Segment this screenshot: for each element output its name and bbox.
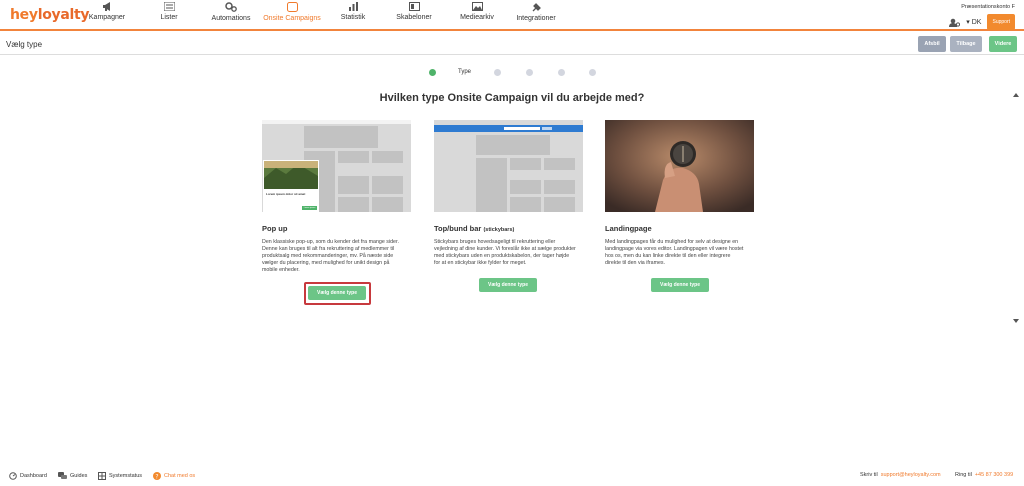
image-icon	[471, 2, 483, 11]
compass-photo	[605, 120, 754, 212]
card-description: Den klassiske pop-up, som du kender det …	[262, 239, 399, 273]
support-email-link[interactable]: support@heyloyalty.com	[881, 472, 941, 478]
scrollbar[interactable]	[1012, 90, 1020, 326]
card-description: Stickybars bruges hovedsageligt til rekr…	[434, 239, 576, 266]
footer-label: Dashboard	[20, 473, 47, 479]
card-title: Top/bund bar (stickybars)	[434, 224, 584, 233]
card-title-subtitle: (stickybars)	[483, 227, 515, 233]
nav-label: Automations	[211, 15, 251, 22]
card-title-text: Landingpage	[605, 224, 652, 233]
card-title-text: Pop up	[262, 224, 288, 233]
card-title-text: Top/bund bar	[434, 224, 482, 233]
nav-label: Mediearkiv	[460, 14, 494, 21]
nav-item-statistik[interactable]: Statistik	[338, 2, 368, 29]
scroll-down-icon	[1013, 319, 1019, 323]
megaphone-icon	[102, 2, 110, 11]
nav-label: Integrationer	[516, 15, 556, 22]
next-button[interactable]: Videre	[989, 36, 1017, 52]
plug-icon	[532, 3, 541, 12]
nav-item-automations[interactable]: Automations	[206, 2, 256, 29]
page-heading: Hvilken type Onsite Campaign vil du arbe…	[379, 92, 645, 104]
popup-preview-text: Lorem ipsum dolor sit amet	[266, 192, 306, 196]
back-button[interactable]: Tilbage	[950, 36, 982, 52]
popup-preview-button-text: Lorem ipsum	[303, 207, 316, 209]
nav-item-lister[interactable]: Lister	[152, 2, 186, 29]
card-title: Pop up	[262, 224, 412, 233]
nav-label: Kampagner	[88, 14, 126, 21]
window-icon	[286, 2, 298, 12]
heyloyalty-logo[interactable]: heyloyalty	[10, 7, 90, 23]
top-right-controls: ▾ DK Support	[949, 14, 1015, 30]
type-card-stickybar: Top/bund bar (stickybars) Stickybars bru…	[434, 120, 584, 267]
support-button[interactable]: Support	[987, 14, 1015, 30]
top-navigation: heyloyalty Kampagner Lister Automations …	[0, 0, 1024, 31]
footer-chat-link[interactable]: ? Chat med os	[153, 472, 195, 480]
status-grid-icon	[98, 472, 106, 480]
type-card-landingpage: Landingpage Med landingpages får du muli…	[605, 120, 755, 267]
user-settings-icon[interactable]	[949, 18, 961, 27]
footer-label: Chat med os	[164, 473, 196, 479]
support-phone-link[interactable]: +45 87 300 399	[975, 472, 1013, 478]
footer-dashboard-link[interactable]: Dashboard	[9, 472, 47, 480]
footer-email-contact: Skriv til support@heyloyalty.com	[860, 472, 941, 478]
nav-item-kampagner[interactable]: Kampagner	[84, 2, 130, 29]
footer-phone-contact: Ring til +45 87 300 399	[955, 472, 1013, 478]
nav-label: Statistik	[340, 14, 366, 21]
popup-preview-illustration	[262, 120, 411, 212]
footer-guides-link[interactable]: Guides	[58, 472, 87, 480]
logo-text-loyalty: loyalty	[37, 7, 90, 23]
footer-label: Guides	[70, 473, 88, 479]
cancel-button[interactable]: Afsbil	[918, 36, 946, 52]
footer-call-label: Ring til	[955, 472, 972, 478]
nav-label: Lister	[160, 14, 178, 21]
nav-label: Onsite Campaigns	[263, 15, 321, 22]
nav-item-skabeloner[interactable]: Skabeloner	[394, 2, 434, 29]
bar-chart-icon	[348, 2, 358, 11]
help-icon: ?	[153, 472, 161, 480]
step-dot-active	[429, 69, 436, 76]
nav-item-integrationer[interactable]: Integrationer	[511, 2, 561, 29]
choose-landingpage-button[interactable]: Vælg denne type	[651, 278, 709, 292]
stickybar-preview-image[interactable]	[434, 120, 583, 212]
footer-write-label: Skriv til	[860, 472, 878, 478]
step-dot	[589, 69, 596, 76]
chat-bubbles-icon	[58, 472, 67, 479]
card-description: Med landingpages får du mulighed for sel…	[605, 239, 744, 266]
nav-item-mediearkiv[interactable]: Mediearkiv	[457, 2, 497, 29]
highlight-outline	[304, 282, 371, 305]
stickybar-preview-illustration	[434, 120, 583, 212]
account-name[interactable]: Præsentationskonto F	[961, 4, 1015, 10]
footer-systemstatus-link[interactable]: Systemstatus	[98, 472, 142, 480]
logo-text-hey: hey	[10, 7, 38, 23]
step-indicator: Type	[0, 68, 1024, 78]
step-label: Type	[458, 69, 472, 75]
footer-label: Systemstatus	[109, 473, 143, 479]
action-bar: Vælg type Afsbil Tilbage Videre	[0, 33, 1024, 55]
step-dot	[526, 69, 533, 76]
footer: Dashboard Guides Systemstatus ? Chat med…	[0, 470, 1024, 484]
page-title: Vælg type	[6, 40, 43, 49]
landingpage-preview-image[interactable]	[605, 120, 754, 212]
scrollbar-arrows	[1013, 93, 1019, 323]
dashboard-icon	[9, 472, 17, 480]
list-icon	[163, 2, 175, 11]
template-icon	[408, 2, 420, 11]
nav-item-onsite-campaigns[interactable]: Onsite Campaigns	[262, 2, 322, 29]
popup-preview-image[interactable]: Lorem ipsum dolor sit amet Lorem ipsum	[262, 120, 411, 212]
choose-stickybar-button[interactable]: Vælg denne type	[479, 278, 537, 292]
type-card-popup: Lorem ipsum dolor sit amet Lorem ipsum P…	[262, 120, 412, 274]
language-select[interactable]: ▾ DK	[966, 18, 981, 26]
nav-label: Skabeloner	[396, 14, 432, 21]
step-dot	[558, 69, 565, 76]
gears-icon	[225, 2, 237, 12]
step-dot	[494, 69, 501, 76]
svg-text:?: ?	[155, 473, 158, 480]
card-title: Landingpage	[605, 224, 755, 233]
scroll-up-icon	[1013, 93, 1019, 97]
